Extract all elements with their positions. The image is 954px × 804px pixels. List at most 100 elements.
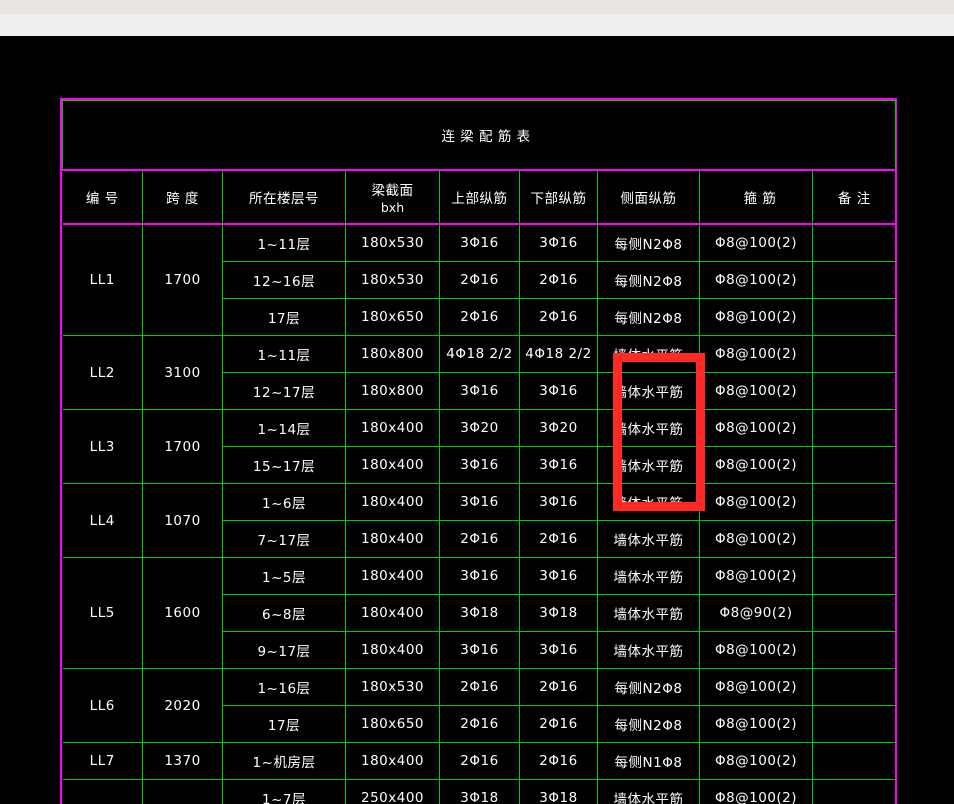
stirrups-cell: Φ8@100(2) — [699, 335, 813, 373]
top-bars-cell: 3Φ16 — [439, 372, 520, 410]
side-bars-cell: 每侧N2Φ8 — [597, 298, 700, 336]
top-bars-cell: 3Φ18 — [439, 594, 520, 632]
floor-range-cell: 12~17层 — [222, 372, 346, 410]
notes-cell — [811, 261, 896, 299]
table-row[interactable]: LL7 1370 1~机房层 180x400 2Φ16 2Φ16 每侧N1Φ8 Φ8@100(… — [62, 742, 896, 780]
side-bars-cell: 墙体水平筋 — [597, 335, 700, 373]
column-header-floor: 所在楼层号 — [222, 169, 346, 225]
bottom-bars-cell: 3Φ20 — [519, 409, 598, 447]
top-bars-cell: 3Φ18 — [439, 779, 520, 804]
floor-range-cell: 15~17层 — [222, 446, 346, 484]
side-bars-cell: 墙体水平筋 — [597, 779, 700, 804]
notes-cell — [811, 557, 896, 595]
beam-section-cell: 180x400 — [345, 742, 440, 780]
beam-id-cell: LL8 — [62, 779, 143, 804]
side-bars-cell: 墙体水平筋 — [597, 483, 700, 521]
floor-range-cell: 9~17层 — [222, 631, 346, 669]
bottom-bars-cell: 2Φ16 — [519, 705, 598, 743]
top-bars-cell: 3Φ16 — [439, 223, 520, 262]
side-bars-cell: 墙体水平筋 — [597, 631, 700, 669]
table-row[interactable]: LL4 1070 1~6层 180x400 3Φ16 3Φ16 墙体水平筋 Φ8@100(2) — [62, 483, 896, 558]
side-bars-cell: 每侧N2Φ8 — [597, 223, 700, 262]
table-row[interactable]: LL2 3100 1~11层 180x800 4Φ18 2/2 4Φ18 2/2 墙体水平筋… — [62, 335, 896, 410]
stirrups-cell: Φ8@100(2) — [699, 372, 813, 410]
stirrups-cell: Φ8@100(2) — [699, 409, 813, 447]
beam-section-cell: 180x400 — [345, 446, 440, 484]
beam-span-cell: 1070 — [142, 483, 223, 558]
top-bars-cell: 3Φ16 — [439, 557, 520, 595]
beam-span-cell: 1600 — [142, 557, 223, 669]
table-row[interactable]: LL815001~7层250x4003Φ183Φ18墙体水平筋Φ8@100(2) — [62, 779, 896, 804]
stirrups-cell: Φ8@100(2) — [699, 483, 813, 521]
bottom-bars-cell: 3Φ16 — [519, 372, 598, 410]
stirrups-cell: Φ8@100(2) — [699, 557, 813, 595]
window-chrome-band — [0, 14, 954, 36]
stirrups-cell: Φ8@100(2) — [699, 223, 813, 262]
beam-span-cell: 1370 — [142, 742, 223, 780]
notes-cell — [811, 631, 896, 669]
beam-section-cell: 180x400 — [345, 409, 440, 447]
bottom-bars-cell: 2Φ16 — [519, 261, 598, 299]
column-header-bottom-bars: 下部纵筋 — [519, 169, 598, 225]
stirrups-cell: Φ8@100(2) — [699, 668, 813, 706]
notes-cell — [811, 668, 896, 706]
floor-range-cell: 17层 — [222, 705, 346, 743]
top-bars-cell: 2Φ16 — [439, 668, 520, 706]
floor-range-cell: 17层 — [222, 298, 346, 336]
top-bars-cell: 2Φ16 — [439, 742, 520, 780]
beam-section-cell: 180x400 — [345, 483, 440, 521]
beam-id-cell: LL7 — [62, 742, 143, 780]
table-title-row: 连 梁 配 筋 表 — [61, 100, 897, 171]
floor-range-cell: 1~机房层 — [222, 742, 346, 780]
side-bars-cell: 墙体水平筋 — [597, 409, 700, 447]
floor-range-cell: 7~17层 — [222, 520, 346, 558]
notes-cell — [811, 483, 896, 521]
notes-cell — [811, 779, 896, 804]
beam-section-cell: 180x800 — [345, 335, 440, 373]
stirrups-cell: Φ8@100(2) — [699, 631, 813, 669]
stirrups-cell: Φ8@100(2) — [699, 779, 813, 804]
beam-section-cell: 180x400 — [345, 557, 440, 595]
side-bars-cell: 每侧N2Φ8 — [597, 705, 700, 743]
notes-cell — [811, 446, 896, 484]
beam-id-cell: LL2 — [62, 335, 143, 410]
notes-cell — [811, 520, 896, 558]
beam-section-cell: 180x400 — [345, 594, 440, 632]
beam-span-cell: 2020 — [142, 668, 223, 743]
bottom-bars-cell: 3Φ18 — [519, 594, 598, 632]
side-bars-cell: 每侧N2Φ8 — [597, 261, 700, 299]
stirrups-cell: Φ8@100(2) — [699, 261, 813, 299]
table-row[interactable]: LL1 1700 1~11层 180x530 3Φ16 3Φ16 每侧N2Φ8 Φ8@100(… — [62, 223, 896, 336]
notes-cell — [811, 372, 896, 410]
beam-section-cell: 180x530 — [345, 261, 440, 299]
floor-range-cell: 6~8层 — [222, 594, 346, 632]
beam-section-cell: 180x650 — [345, 705, 440, 743]
column-header-top-bars: 上部纵筋 — [439, 169, 520, 225]
stirrups-cell: Φ8@100(2) — [699, 446, 813, 484]
table-row[interactable]: LL3 1700 1~14层 180x400 3Φ20 3Φ20 墙体水平筋 Φ8@100(2… — [62, 409, 896, 484]
application-window: 连 梁 配 筋 表 编 号 跨 度 所在楼层号 梁截面 bxh 上部纵筋 下部纵… — [0, 0, 954, 804]
side-bars-cell: 墙体水平筋 — [597, 557, 700, 595]
beam-section-cell: 180x530 — [345, 223, 440, 262]
bottom-bars-cell: 3Φ18 — [519, 779, 598, 804]
coupling-beam-reinforcement-table[interactable]: 连 梁 配 筋 表 编 号 跨 度 所在楼层号 梁截面 bxh 上部纵筋 下部纵… — [60, 98, 897, 804]
side-bars-cell: 墙体水平筋 — [597, 520, 700, 558]
table-body: 连 梁 配 筋 表 编 号 跨 度 所在楼层号 梁截面 bxh 上部纵筋 下部纵… — [61, 100, 897, 804]
notes-cell — [811, 705, 896, 743]
top-bars-cell: 2Φ16 — [439, 705, 520, 743]
column-header-section-sub: bxh — [380, 200, 405, 215]
notes-cell — [811, 594, 896, 632]
top-bars-cell: 2Φ16 — [439, 261, 520, 299]
top-bars-cell: 3Φ20 — [439, 409, 520, 447]
beam-section-cell: 250x400 — [345, 779, 440, 804]
stirrups-cell: Φ8@100(2) — [699, 298, 813, 336]
beam-id-cell: LL5 — [62, 557, 143, 669]
table-row[interactable]: LL6 2020 1~16层 180x530 2Φ16 2Φ16 每侧N2Φ8 Φ8@100(… — [62, 668, 896, 743]
table-row[interactable]: LL5 1600 1~5层 180x400 3Φ16 3Φ16 墙体水平筋 Φ8@100(2) — [62, 557, 896, 669]
beam-span-cell: 1700 — [142, 223, 223, 336]
notes-cell — [811, 335, 896, 373]
cad-drawing-canvas[interactable]: 连 梁 配 筋 表 编 号 跨 度 所在楼层号 梁截面 bxh 上部纵筋 下部纵… — [0, 36, 954, 804]
notes-cell — [811, 409, 896, 447]
beam-id-cell: LL6 — [62, 668, 143, 743]
beam-span-cell: 1500 — [142, 779, 223, 804]
